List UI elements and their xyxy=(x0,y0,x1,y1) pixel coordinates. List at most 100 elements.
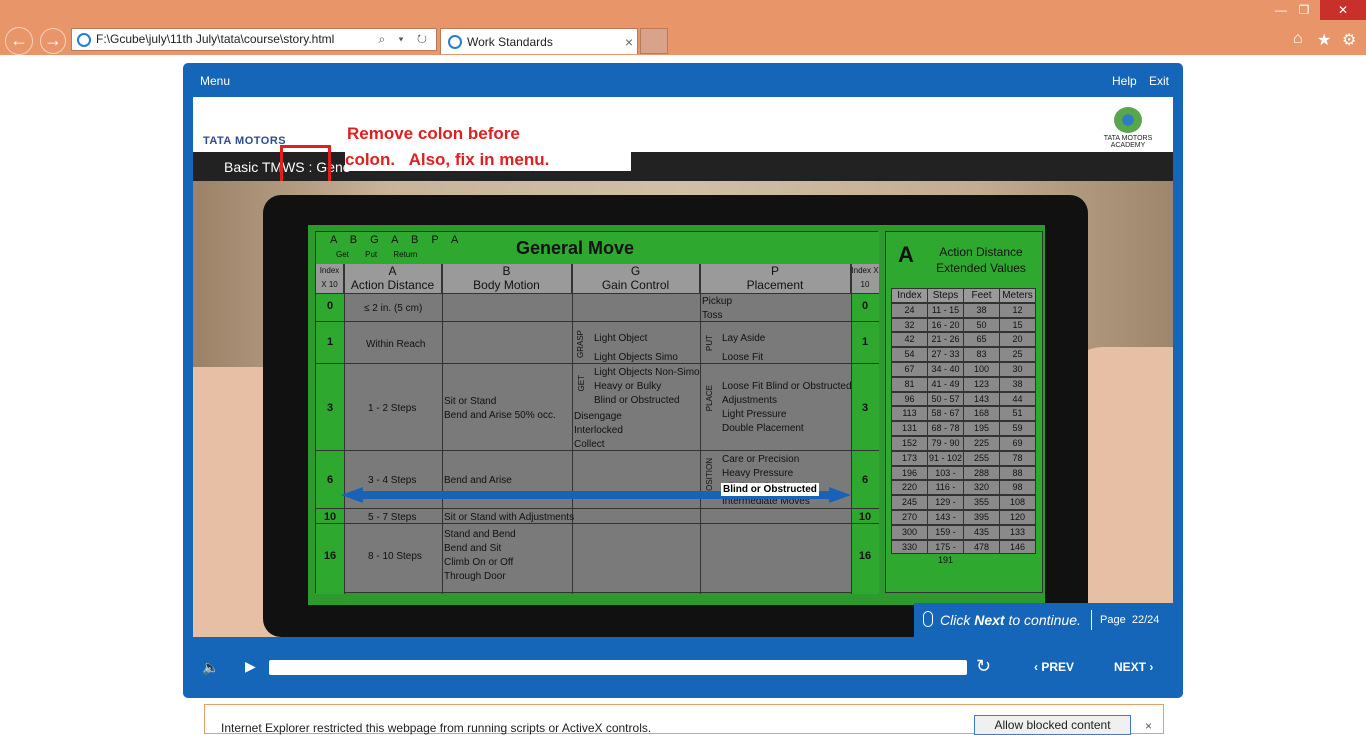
row-index-right: 10 xyxy=(858,511,872,523)
ie-tab-icon xyxy=(448,35,462,49)
row-cell-g2: Disengage Interlocked Collect xyxy=(574,411,623,450)
action-distance-cell: 159 - 174 xyxy=(927,524,964,550)
continue-separator xyxy=(1091,610,1092,630)
grid-line xyxy=(442,264,443,594)
new-tab-button[interactable] xyxy=(640,28,668,54)
action-distance-cell: 98 xyxy=(999,480,1036,496)
back-arrow-icon: ← xyxy=(10,30,28,50)
action-distance-cell: 67 xyxy=(891,361,928,377)
continue-bar: Click Next to continue. Page 22/24 xyxy=(914,603,1173,637)
page-label: Page xyxy=(1100,614,1126,626)
column-p-name: Placement xyxy=(746,278,804,292)
continue-text: Click Next to continue. xyxy=(940,612,1081,628)
action-distance-cell: 91 - 102 xyxy=(927,450,964,466)
row-cell-a: Within Reach xyxy=(366,339,426,350)
action-distance-row: 220116 - 12832098 xyxy=(891,480,1036,505)
action-distance-cell: 355 xyxy=(963,495,1000,510)
row-index-right: 0 xyxy=(861,300,869,312)
tab-work-standards[interactable]: Work Standards × xyxy=(440,28,638,54)
action-distance-cell: 146 xyxy=(999,539,1036,555)
action-distance-cell: 41 - 49 xyxy=(927,376,964,392)
action-distance-row: 152 79 - 90 225 69 xyxy=(891,435,1036,451)
action-distance-row: 245129 - 142355108 xyxy=(891,495,1036,520)
action-distance-cell: Meters xyxy=(999,288,1036,303)
action-distance-cell: 65 xyxy=(963,332,1000,348)
action-distance-cell: 42 xyxy=(891,332,928,348)
row-cell-b: Stand and Bend Bend and Sit Climb On or … xyxy=(444,529,516,582)
menu-button[interactable]: Menu xyxy=(200,74,230,88)
action-distance-cell: 395 xyxy=(963,509,1000,525)
forward-arrow-icon: → xyxy=(44,30,62,50)
forward-button[interactable]: → xyxy=(40,28,66,54)
address-tools-icons[interactable]: ⌕ ▾ ↻ xyxy=(378,29,432,50)
help-button[interactable]: Help xyxy=(1112,74,1137,88)
grid-line xyxy=(344,264,345,594)
prev-button[interactable]: ‹ PREV xyxy=(1034,660,1074,674)
volume-icon[interactable]: 🔈 xyxy=(202,659,219,676)
address-url: F:\Gcube\july\11th July\tata\course\stor… xyxy=(96,32,335,46)
replay-icon[interactable]: ↻ xyxy=(976,656,991,677)
index-column-left xyxy=(316,264,344,594)
row-cell-a: 3 - 4 Steps xyxy=(368,475,417,486)
allow-blocked-content-button[interactable]: Allow blocked content xyxy=(974,715,1131,735)
window-close-icon[interactable]: ✕ xyxy=(1320,0,1366,20)
column-g-header: G Gain Control xyxy=(572,264,700,294)
action-distance-cell: 116 - 128 xyxy=(927,480,964,505)
sequence-labels: Get Put Return xyxy=(336,250,418,259)
action-distance-cell: 88 xyxy=(999,465,1036,481)
action-distance-cell: 245 xyxy=(891,495,928,510)
grid-line xyxy=(316,321,879,322)
action-distance-row: 54 27 - 33 83 25 xyxy=(891,347,1036,362)
next-button[interactable]: NEXT › xyxy=(1114,660,1153,674)
row-index-left: 1 xyxy=(326,336,334,348)
action-distance-cell: 270 xyxy=(891,509,928,525)
row-cell-b: Sit or Stand Bend and Arise 50% occ. xyxy=(444,396,556,421)
play-icon[interactable]: ▶ xyxy=(245,658,256,675)
action-distance-cell: 113 xyxy=(891,406,928,422)
action-distance-cell: 152 xyxy=(891,435,928,451)
action-distance-cell: 50 - 57 xyxy=(927,391,964,407)
tab-title: Work Standards xyxy=(467,35,553,49)
column-p-header: P Placement xyxy=(700,264,851,294)
column-b-letter: B xyxy=(502,264,511,278)
seek-bar[interactable] xyxy=(269,660,967,675)
action-distance-row: 330 175 - 191 478 146 xyxy=(891,539,1036,565)
action-distance-row: 42 21 - 26 65 20 xyxy=(891,332,1036,348)
academy-tree-icon xyxy=(1114,107,1142,133)
restore-icon[interactable]: ❐ xyxy=(1291,0,1317,20)
tata-motors-logo: TATA MOTORS xyxy=(203,135,287,147)
action-distance-row: 96 50 - 57 143 44 xyxy=(891,391,1036,407)
notification-close-icon[interactable]: × xyxy=(1145,719,1152,733)
ie-page-icon xyxy=(77,33,91,47)
action-distance-cell: 50 xyxy=(963,317,1000,333)
action-distance-cell: Index xyxy=(891,288,928,303)
action-distance-cell: Steps xyxy=(927,288,964,303)
address-bar[interactable]: F:\Gcube\july\11th July\tata\course\stor… xyxy=(71,28,437,51)
action-distance-cell: 78 xyxy=(999,450,1036,466)
row-group-p: PUT xyxy=(705,335,714,351)
action-distance-cell: 195 xyxy=(963,421,1000,436)
action-distance-cell: 108 xyxy=(999,495,1036,510)
highlighted-placement-label: Blind or Obstructed xyxy=(721,483,819,496)
action-distance-row: 196103 - 11528888 xyxy=(891,465,1036,491)
favorites-star-icon[interactable]: ★ xyxy=(1317,30,1331,50)
tab-close-icon[interactable]: × xyxy=(625,29,633,55)
row-cell-p: Pickup Toss xyxy=(702,296,733,321)
settings-gear-icon[interactable]: ⚙ xyxy=(1342,30,1356,50)
exit-button[interactable]: Exit xyxy=(1149,74,1169,88)
action-distance-cell: 38 xyxy=(999,376,1036,392)
row-cell-p: Loose Fit Blind or Obstructed Adjustment… xyxy=(722,381,852,434)
action-distance-grid: Index Steps Feet Meters 24 11 - 15 38 12 32 16 - … xyxy=(891,288,1036,565)
academy-logo-text: TATA MOTORS ACADEMY xyxy=(1103,135,1153,149)
action-distance-cell: 143 xyxy=(963,391,1000,407)
action-distance-cell: 129 - 142 xyxy=(927,495,964,520)
action-distance-cell: 103 - 115 xyxy=(927,465,964,491)
home-icon[interactable]: ⌂ xyxy=(1293,30,1303,48)
column-b-header: B Body Motion xyxy=(442,264,572,294)
action-distance-cell: 320 xyxy=(963,480,1000,496)
row-group-p: PLACE xyxy=(705,385,714,412)
action-distance-cell: 133 xyxy=(999,524,1036,540)
grid-line xyxy=(572,264,573,594)
row-index-right: 16 xyxy=(858,550,872,562)
back-button[interactable]: ← xyxy=(5,27,33,55)
